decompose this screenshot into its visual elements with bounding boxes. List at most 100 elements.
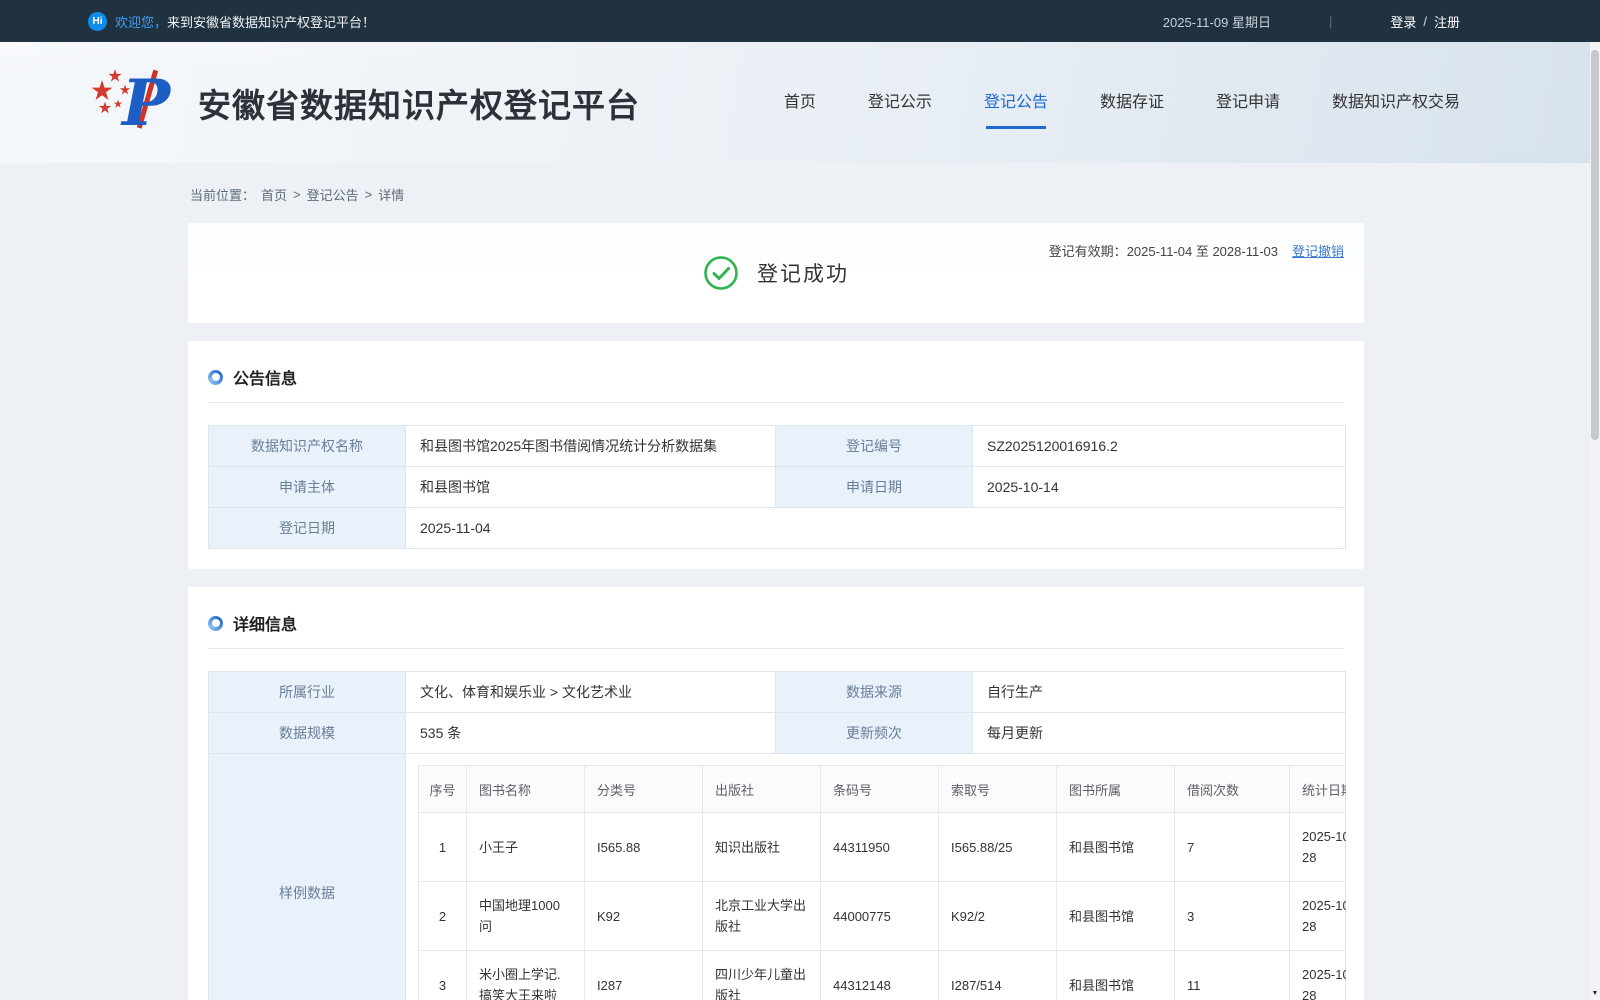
success-banner: 登记成功 (188, 223, 1364, 323)
announcement-table: 数据知识产权名称 和县图书馆2025年图书借阅情况统计分析数据集 登记编号 SZ… (208, 425, 1346, 549)
check-circle-icon (704, 256, 738, 290)
column-header: 序号 (418, 765, 467, 813)
cell: 7 (1174, 812, 1290, 882)
cell: 44000775 (820, 881, 939, 951)
welcome-text: 来到安徽省数据知识产权登记平台！ (167, 14, 376, 30)
nav-item-data-certification[interactable]: 数据存证 (1100, 92, 1164, 114)
breadcrumb-section[interactable]: 登记公告 (307, 185, 359, 204)
column-header: 图书名称 (466, 765, 585, 813)
validity-period: 登记有效期：2025-11-04 至 2028-11-03 登记撤销 (1049, 241, 1344, 260)
table-row: 所属行业 文化、体育和娱乐业 > 文化艺术业 数据来源 自行生产 (208, 671, 1346, 713)
table-row: 样例数据 序号 图书名称 分类号 出版社 条码号 索取号 图书所属 借阅次数 统… (208, 753, 1346, 1000)
sample-data-cell: 序号 图书名称 分类号 出版社 条码号 索取号 图书所属 借阅次数 统计日期 (405, 753, 1346, 1000)
cell: 知识出版社 (702, 812, 821, 882)
field-value: 2025-10-14 (972, 466, 1346, 508)
column-header: 统计日期 (1289, 765, 1346, 813)
table-header-row: 序号 图书名称 分类号 出版社 条码号 索取号 图书所属 借阅次数 统计日期 (418, 765, 1346, 813)
breadcrumb-current: 详情 (378, 188, 405, 203)
nav-item-data-ip-trade[interactable]: 数据知识产权交易 (1332, 92, 1460, 114)
field-value: 535 条 (405, 712, 776, 754)
cell: 3 (1174, 881, 1290, 951)
field-label: 登记编号 (775, 425, 973, 467)
field-label: 数据规模 (208, 712, 406, 754)
detail-table: 所属行业 文化、体育和娱乐业 > 文化艺术业 数据来源 自行生产 数据规模 53… (208, 671, 1346, 1000)
login-link[interactable]: 登录 (1390, 12, 1416, 31)
column-header: 出版社 (702, 765, 821, 813)
platform-logo[interactable]: P (88, 61, 176, 144)
field-value: 自行生产 (972, 671, 1346, 713)
field-label: 所属行业 (208, 671, 406, 713)
welcome-highlight: 欢迎您， (115, 14, 168, 30)
field-label: 样例数据 (208, 753, 406, 1000)
table-row: 1 小王子 I565.88 知识出版社 44311950 I565.88/25 … (418, 812, 1346, 882)
sample-data-table: 序号 图书名称 分类号 出版社 条码号 索取号 图书所属 借阅次数 统计日期 (418, 765, 1346, 1000)
field-label: 更新频次 (775, 712, 973, 754)
field-value: 和县图书馆2025年图书借阅情况统计分析数据集 (405, 425, 776, 467)
hi-badge-icon: Hi (88, 11, 107, 31)
topbar-divider: | (1328, 13, 1333, 29)
field-value: 文化、体育和娱乐业 > 文化艺术业 (405, 671, 776, 713)
validity-label: 登记有效期： (1048, 244, 1127, 259)
cell: 2025-10-28 (1289, 812, 1346, 882)
column-header: 条码号 (820, 765, 939, 813)
section-title: 公告信息 (233, 371, 298, 388)
column-header: 图书所属 (1056, 765, 1175, 813)
page-scrollbar[interactable]: ▼ (1590, 42, 1600, 1000)
breadcrumb-home[interactable]: 首页 (261, 185, 287, 204)
section-header: 详细信息 (208, 607, 1344, 649)
cell: 小王子 (466, 812, 585, 882)
field-label: 申请日期 (775, 466, 973, 508)
cell: 和县图书馆 (1056, 812, 1175, 882)
logo-graphic: P (91, 66, 172, 141)
cell: I287 (584, 950, 703, 1000)
auth-links: 登录 / 注册 (1390, 12, 1460, 31)
table-row: 申请主体 和县图书馆 申请日期 2025-10-14 (208, 466, 1346, 508)
cell: 2025-10-28 (1289, 950, 1346, 1000)
breadcrumb-label: 当前位置： (190, 188, 256, 203)
table-row: 登记日期 2025-11-04 (208, 507, 1346, 549)
nav-item-registration-announcement[interactable]: 登记公告 (984, 92, 1048, 129)
field-label: 数据来源 (775, 671, 973, 713)
field-label: 申请主体 (208, 466, 406, 508)
cell: 中国地理1000问 (466, 881, 585, 951)
table-row: 数据知识产权名称 和县图书馆2025年图书借阅情况统计分析数据集 登记编号 SZ… (208, 425, 1346, 467)
field-value: SZ2025120016916.2 (972, 425, 1346, 467)
column-header: 索取号 (938, 765, 1057, 813)
nav-item-registration-publicity[interactable]: 登记公示 (868, 92, 932, 114)
field-value: 2025-11-04 (405, 507, 1346, 549)
cell: 和县图书馆 (1056, 881, 1175, 951)
field-value: 和县图书馆 (405, 466, 776, 508)
cell: I287/514 (938, 950, 1057, 1000)
cell: 44312148 (820, 950, 939, 1000)
nav-item-home[interactable]: 首页 (784, 92, 816, 114)
revoke-registration-link[interactable]: 登记撤销 (1292, 241, 1344, 260)
page-title: 安徽省数据知识产权登记平台 (198, 86, 640, 124)
topbar: Hi 欢迎您， 来到安徽省数据知识产权登记平台！ 2025-11-09 星期日 … (0, 0, 1600, 42)
section-bullet-icon (208, 615, 223, 631)
cell: 和县图书馆 (1056, 950, 1175, 1000)
cell: 11 (1174, 950, 1290, 1000)
current-date: 2025-11-09 星期日 (1162, 14, 1271, 30)
scroll-down-arrow-icon[interactable]: ▼ (1590, 990, 1600, 997)
cell: 四川少年儿童出版社 (702, 950, 821, 1000)
section-bullet-icon (208, 369, 223, 385)
table-row: 2 中国地理1000问 K92 北京工业大学出版社 44000775 K92/2… (418, 881, 1346, 951)
auth-separator: / (1423, 13, 1427, 29)
sample-table-viewport: 序号 图书名称 分类号 出版社 条码号 索取号 图书所属 借阅次数 统计日期 (418, 765, 1346, 1000)
cell: K92/2 (938, 881, 1057, 951)
field-value: 每月更新 (972, 712, 1346, 754)
svg-text:P: P (120, 66, 172, 139)
table-row: 数据规模 535 条 更新频次 每月更新 (208, 712, 1346, 754)
validity-value: 2025-11-04 至 2028-11-03 (1126, 244, 1278, 259)
announcement-info-card: 公告信息 数据知识产权名称 和县图书馆2025年图书借阅情况统计分析数据集 登记… (188, 341, 1364, 569)
cell: 44311950 (820, 812, 939, 882)
field-label: 数据知识产权名称 (208, 425, 406, 467)
register-link[interactable]: 注册 (1434, 12, 1460, 31)
column-header: 分类号 (584, 765, 703, 813)
cell: 3 (418, 950, 467, 1000)
column-header: 借阅次数 (1174, 765, 1290, 813)
table-row: 3 米小圈上学记. 搞笑大王来啦 I287 四川少年儿童出版社 44312148… (418, 950, 1346, 1000)
validity-text: 登记有效期：2025-11-04 至 2028-11-03 (1049, 241, 1278, 260)
breadcrumb-separator: > (293, 187, 301, 202)
nav-item-registration-apply[interactable]: 登记申请 (1216, 92, 1280, 114)
